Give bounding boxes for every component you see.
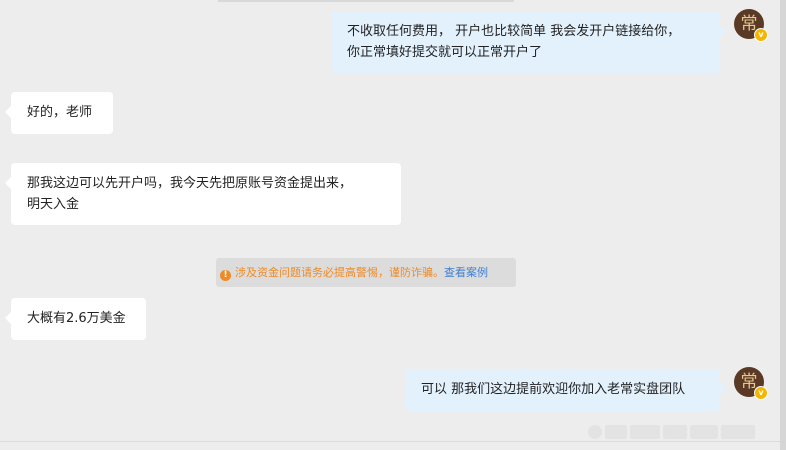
message-text-line: 你正常填好提交就可以正常开户了 <box>347 45 543 60</box>
watermark <box>588 423 778 441</box>
sender-avatar[interactable]: 常 v <box>734 367 768 400</box>
view-cases-link[interactable]: 查看案例 <box>444 266 488 279</box>
verified-badge-icon: v <box>754 28 768 42</box>
message-text-line: 明天入金 <box>27 197 80 212</box>
message-bubble-incoming[interactable]: 好的，老师 <box>5 92 113 134</box>
warning-info-icon: ! <box>220 270 231 281</box>
chat-window: 不收取任何费用， 开户也比较简单 我会发开户链接给你， 你正常填好提交就可以正常… <box>0 0 786 450</box>
verified-badge-icon: v <box>754 386 768 400</box>
message-text-line: 好的，老师 <box>27 105 93 120</box>
sender-avatar[interactable]: 常 v <box>734 9 768 42</box>
message-text-line: 可以 那我们这边提前欢迎你加入老常实盘团队 <box>421 382 686 397</box>
message-bubble-incoming[interactable]: 大概有2.6万美金 <box>5 298 146 340</box>
message-bubble-outgoing[interactable]: 不收取任何费用， 开户也比较简单 我会发开户链接给你， 你正常填好提交就可以正常… <box>331 11 726 73</box>
message-bubble-outgoing[interactable]: 可以 那我们这边提前欢迎你加入老常实盘团队 <box>405 369 726 411</box>
message-text-line: 大概有2.6万美金 <box>27 311 126 326</box>
previous-item-edge <box>218 0 514 2</box>
message-text-line: 那我这边可以先开户吗，我今天先把原账号资金提出来， <box>27 176 353 191</box>
message-text-line: 不收取任何费用， 开户也比较简单 我会发开户链接给你， <box>347 24 681 39</box>
security-notice: ! 涉及资金问题请务必提高警惕，谨防诈骗。查看案例 <box>216 258 516 287</box>
input-area-divider <box>0 441 780 442</box>
scrollbar[interactable] <box>780 0 786 450</box>
message-bubble-incoming[interactable]: 那我这边可以先开户吗，我今天先把原账号资金提出来， 明天入金 <box>5 163 401 225</box>
notice-text: 涉及资金问题请务必提高警惕，谨防诈骗。 <box>235 266 444 279</box>
